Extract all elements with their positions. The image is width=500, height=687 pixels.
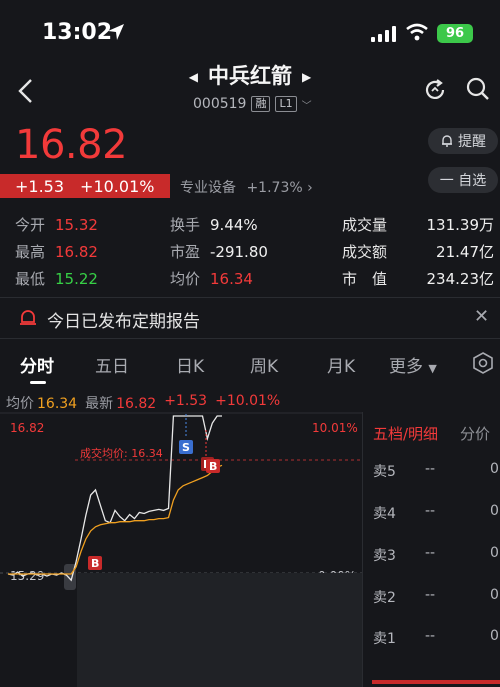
level-tag: L1 — [275, 96, 297, 112]
bottom-accent-bar — [372, 680, 500, 684]
stat-mcap-label: 市 值 — [342, 270, 388, 288]
stat-avg: 均价 16.34 — [170, 270, 253, 288]
order-row-volume: 0 — [490, 503, 499, 519]
order-row-label: 卖1 — [373, 631, 396, 647]
battery-indicator: 96 — [437, 24, 473, 43]
search-icon[interactable] — [465, 76, 491, 102]
tab-five-day[interactable]: 五日 — [95, 352, 129, 377]
report-banner-text[interactable]: 今日已发布定期报告 — [47, 307, 200, 332]
wifi-icon — [406, 23, 428, 41]
sector-link[interactable]: 专业设备 +1.73% › — [180, 177, 313, 197]
order-row-volume: 0 — [490, 587, 499, 603]
order-row-price: -- — [425, 628, 436, 644]
tab-underline — [30, 381, 46, 384]
price-top-label: 16.82 — [10, 421, 44, 435]
sector-pct: +1.73% — [246, 180, 303, 196]
status-time: 13:02 — [42, 20, 113, 45]
order-row-price: -- — [425, 545, 436, 561]
price-change-pct: +10.01% — [80, 176, 155, 196]
divider — [0, 338, 500, 339]
stat-turnover: 换手 9.44% — [170, 216, 258, 234]
chevron-down-icon: ﹀ — [301, 100, 312, 112]
order-book-tab[interactable]: 五档/明细 — [373, 423, 438, 444]
price-bottom-label: 15.29 — [10, 569, 44, 583]
report-bell-icon — [20, 310, 36, 325]
pct-top-label: 10.01% — [312, 421, 358, 435]
caret-down-icon: ▼ — [428, 362, 437, 375]
alert-label: 提醒 — [458, 134, 486, 150]
order-row-label: 卖5 — [373, 464, 396, 480]
order-row-label: 卖4 — [373, 506, 396, 522]
stat-volume-label: 成交量 — [342, 216, 388, 234]
stat-amount: 21.47亿 — [436, 243, 494, 261]
stat-amount-label: 成交额 — [342, 243, 388, 261]
price-dist-tab[interactable]: 分价 — [460, 423, 490, 444]
avg-price-annotation: 成交均价: 16.34 — [80, 446, 163, 460]
refresh-icon[interactable] — [422, 77, 448, 103]
sector-label: 专业设备 — [180, 180, 236, 196]
stat-high: 最高 16.82 — [15, 243, 98, 261]
close-icon[interactable]: ✕ — [474, 306, 489, 327]
divider — [0, 297, 500, 298]
change-box: +1.53 +10.01% — [0, 174, 170, 198]
marker-buy-3-label: B — [209, 460, 217, 473]
stock-code: 000519 — [193, 96, 247, 112]
order-row-volume: 0 — [490, 545, 499, 561]
stat-pe: 市盈 -291.80 — [170, 243, 268, 261]
chevron-right-icon: › — [307, 180, 313, 196]
order-row-price: -- — [425, 503, 436, 519]
alert-button[interactable]: 提醒 — [428, 128, 498, 154]
settings-icon[interactable] — [472, 352, 494, 374]
tab-weekly-k[interactable]: 周K — [250, 352, 278, 377]
current-price: 16.82 — [15, 122, 128, 168]
stat-volume: 131.39万 — [426, 216, 495, 234]
stock-code-row[interactable]: 000519 融 L1 ﹀ — [193, 96, 312, 112]
order-row-price: -- — [425, 461, 436, 477]
lower-shade — [77, 573, 362, 687]
order-book-divider — [362, 412, 363, 687]
stat-open: 今开 15.32 — [15, 216, 98, 234]
order-row-volume: 0 — [490, 461, 499, 477]
intraday-chart[interactable]: 16.82 10.01% 15.29 0.00% 成交均价: 16.34 S B… — [0, 412, 362, 687]
legend-avg: 均价 16.34 — [6, 396, 78, 412]
price-change: +1.53 — [15, 176, 65, 196]
prev-stock-icon[interactable]: ◀ — [189, 70, 198, 84]
marker-sell-label: S — [182, 441, 190, 454]
margin-tag: 融 — [251, 96, 271, 112]
order-row-label: 卖2 — [373, 590, 396, 606]
order-row-volume: 0 — [490, 628, 499, 644]
watch-label: 一 自选 — [439, 173, 487, 189]
tab-daily-k[interactable]: 日K — [176, 352, 204, 377]
bell-icon — [442, 135, 452, 147]
stat-low: 最低 15.22 — [15, 270, 98, 288]
add-watchlist-button[interactable]: 一 自选 — [428, 167, 498, 193]
chart-legend: 均价 16.34 最新 16.82 +1.53 +10.01% — [6, 393, 280, 413]
marker-buy-1-label: B — [91, 557, 99, 570]
legend-change-pct: +10.01% — [215, 393, 281, 409]
tab-more[interactable]: 更多 ▼ — [389, 352, 437, 377]
tab-intraday[interactable]: 分时 — [20, 352, 54, 377]
next-stock-icon[interactable]: ▶ — [302, 70, 311, 84]
legend-change: +1.53 — [164, 393, 208, 409]
order-row-label: 卖3 — [373, 548, 396, 564]
order-row-price: -- — [425, 587, 436, 603]
stock-name: 中兵红箭 — [208, 64, 292, 88]
tab-monthly-k[interactable]: 月K — [327, 352, 355, 377]
location-arrow-icon — [108, 24, 124, 40]
legend-last: 最新 16.82 — [85, 396, 157, 412]
cellular-signal-icon — [371, 26, 396, 42]
stat-mcap: 234.23亿 — [426, 270, 495, 288]
